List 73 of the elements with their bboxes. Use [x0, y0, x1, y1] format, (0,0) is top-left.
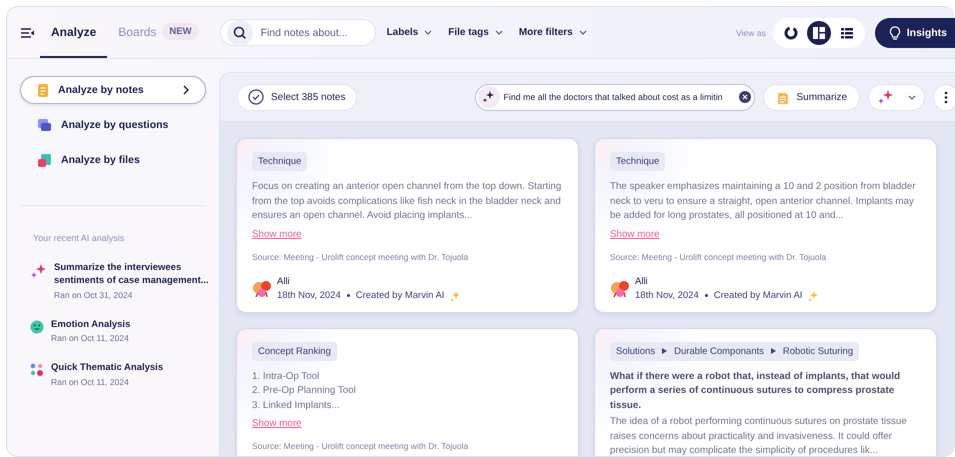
note-text: The idea of a robot performing continuous sutures on prostate tissue raises concerns about practicality and invasiveness. It could offer precision but may complicate the simplicity of procedures lik...	[610, 415, 908, 456]
list-icon	[840, 26, 854, 40]
chevron-down-icon	[578, 30, 587, 35]
more-button[interactable]	[933, 84, 955, 110]
ai-actions-dropdown[interactable]	[868, 84, 926, 110]
sparkle-icon	[450, 290, 460, 302]
sparkle-icon	[30, 263, 47, 279]
view-as-label: View as	[736, 28, 766, 38]
insights-button[interactable]: Insights	[874, 18, 955, 48]
author-name: Alli	[277, 276, 291, 286]
chevron-down-icon	[424, 30, 432, 35]
note-text: Focus on creating an anterior open channel from the top down. Starting from the top avoids complications like fish neck in the bladder neck and ensures an open channel. Avoid placing implants...	[252, 180, 562, 223]
created-by-label: Created by Marvin AI	[356, 290, 444, 301]
created-by-label: Created by Marvin AI	[714, 290, 802, 301]
note-icon	[37, 82, 49, 98]
avatar-icon	[610, 278, 630, 298]
summarize-button[interactable]: Summarize	[762, 84, 860, 110]
note-date: 18th Nov, 2024	[635, 290, 699, 301]
select-notes-button[interactable]: Select 385 notes	[237, 84, 356, 110]
avatar-icon	[252, 278, 272, 298]
tag-chip: Solutions Durable Componants Robotic Suturing	[610, 342, 860, 360]
sparkle-icon	[808, 290, 818, 302]
search-field[interactable]: Find notes about...	[258, 26, 373, 40]
grid-view-button[interactable]	[806, 20, 831, 44]
clear-icon	[738, 91, 750, 103]
check-circle-icon	[248, 89, 264, 105]
ai-query-bar[interactable]: Find me all the doctors that talked about cost as a limitin	[474, 84, 754, 110]
grid-icon	[812, 26, 826, 40]
lightbulb-icon	[888, 26, 901, 40]
search-icon	[226, 20, 253, 46]
menu-icon[interactable]	[20, 26, 34, 38]
filter-dropdown[interactable]: File tags	[443, 27, 508, 38]
sidebar-item[interactable]: Analyze by files	[20, 146, 206, 174]
sparkle-icon	[877, 89, 894, 105]
note-text: The speaker emphasizes maintaining a 10 and 2 position from bladder neck to veru to ensure a straight, open anterior channel. Implants may be added for long prostates, all positioned at 10 and...	[610, 180, 917, 223]
dots-cluster-icon	[30, 363, 44, 378]
note-source: Source: Meeting - Urolift concept meeting with Dr. Tojuola	[252, 441, 470, 451]
analysis-title[interactable]: Summarize the interviewees sentiments of case management...	[54, 262, 214, 288]
author-name: Alli	[635, 276, 649, 286]
files-icon	[37, 152, 52, 168]
note-source: Source: Meeting - Urolift concept meeting with Dr. Tojuola	[610, 252, 828, 262]
filter-dropdown[interactable]: More filters	[514, 27, 592, 38]
analysis-date: Ran on Oct 11, 2024	[51, 377, 130, 388]
chevron-right-icon	[183, 85, 189, 95]
chevron-down-icon	[908, 94, 916, 100]
chevron-down-icon	[494, 30, 503, 35]
sidebar-item[interactable]: Analyze by questions	[20, 111, 206, 139]
analysis-date: Ran on Oct 31, 2024	[54, 290, 134, 300]
breadcrumb-arrow-icon	[662, 348, 668, 354]
new-badge: NEW	[162, 23, 199, 40]
question-icon	[37, 118, 52, 132]
tab[interactable]: Boards NEW	[107, 7, 210, 58]
list-item: 2. Pre-Op Planning Tool	[252, 384, 357, 398]
note-headline: What if there were a robot that, instead of implants, that would perform a series of continuous sutures to compress prostate tissue.	[610, 370, 902, 412]
tag-chip: Concept Ranking	[252, 342, 337, 360]
tag-chip: Technique	[610, 152, 666, 171]
tag-chip: Technique	[252, 152, 308, 171]
smiley-icon	[30, 320, 44, 334]
analysis-title[interactable]: Emotion Analysis	[51, 318, 211, 332]
note-date: 18th Nov, 2024	[277, 290, 341, 301]
analysis-date: Ran on Oct 11, 2024	[51, 333, 130, 344]
filter-dropdown[interactable]: Labels	[382, 27, 438, 38]
search-bar[interactable]: Find notes about...	[220, 19, 376, 46]
more-icon	[944, 90, 948, 104]
note-source: Source: Meeting - Urolift concept meeting with Dr. Tojuola	[252, 252, 470, 262]
section-heading: Your recent AI analysis	[32, 233, 126, 243]
list-item: 3. Linked Implants...	[252, 398, 341, 412]
breadcrumb-arrow-icon	[770, 348, 776, 354]
analysis-title[interactable]: Quick Thematic Analysis	[51, 362, 211, 376]
donut-chart-icon	[784, 26, 798, 40]
sidebar-item[interactable]: Analyze by notes	[20, 76, 206, 104]
list-item: 1. Intra-Op Tool	[252, 370, 320, 384]
sparkle-icon	[478, 86, 500, 108]
